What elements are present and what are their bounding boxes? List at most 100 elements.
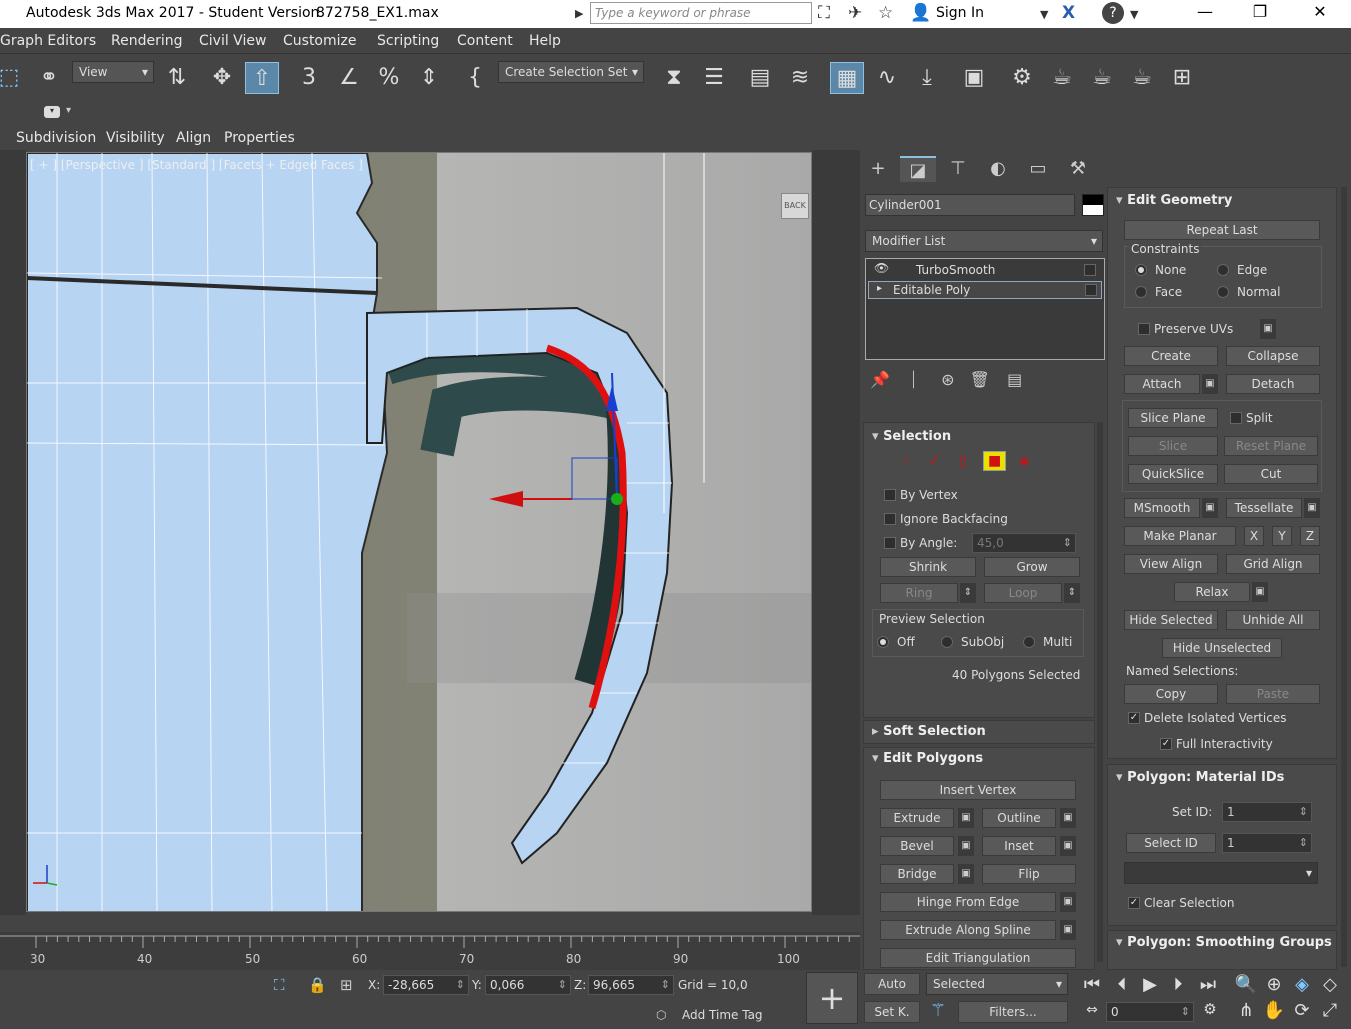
add-time-tag[interactable]: Add Time Tag: [682, 1008, 763, 1022]
time-config-icon[interactable]: ⚙: [1198, 1000, 1222, 1018]
named-selection-dropdown[interactable]: Create Selection Set: [498, 61, 644, 83]
mirror-icon[interactable]: ⧗: [657, 62, 691, 94]
layer-explorer-icon[interactable]: ≋: [783, 62, 817, 94]
select-id-spinner[interactable]: 1: [1222, 833, 1312, 853]
shrink-button[interactable]: Shrink: [880, 557, 976, 577]
pivot-icon[interactable]: ⇅: [160, 62, 194, 94]
quickslice-button[interactable]: QuickSlice: [1128, 464, 1218, 484]
maximize-viewport-icon[interactable]: ⤢: [1318, 1000, 1342, 1021]
ring-button[interactable]: Ring: [880, 583, 958, 603]
goto-end-icon[interactable]: ⏭: [1196, 974, 1220, 995]
motion-tab-icon[interactable]: ◐: [980, 156, 1016, 182]
menu-graph-editors[interactable]: Graph Editors: [0, 33, 96, 49]
select-region-icon[interactable]: ⬚: [0, 62, 26, 94]
constraint-normal-radio[interactable]: [1217, 286, 1229, 298]
tab-visibility[interactable]: Visibility: [106, 130, 165, 146]
border-mode-icon[interactable]: ▯: [959, 453, 967, 469]
perspective-viewport[interactable]: BACK: [26, 152, 812, 912]
play-icon[interactable]: ▶: [1138, 974, 1162, 995]
minimize-button[interactable]: —: [1185, 2, 1225, 21]
z-coordinate-field[interactable]: 96,665: [588, 975, 674, 995]
edit-triangulation-button[interactable]: Edit Triangulation: [880, 948, 1076, 968]
stack-toggle-turbosmooth[interactable]: [1084, 264, 1096, 276]
isolate-selection-icon[interactable]: ⛶: [274, 976, 285, 994]
render-cloud-icon[interactable]: ☕: [1125, 62, 1159, 94]
by-vertex-checkbox[interactable]: [884, 489, 896, 501]
scene-explorer-icon[interactable]: ▤: [743, 62, 777, 94]
zoom-all-icon[interactable]: ⊕: [1262, 974, 1286, 995]
goto-start-icon[interactable]: ⏮: [1080, 974, 1104, 995]
zoom-icon[interactable]: 🔍: [1234, 974, 1258, 995]
chevron-down-icon[interactable]: ▼: [1040, 8, 1048, 21]
repeat-last-button[interactable]: Repeat Last: [1124, 220, 1320, 240]
delete-isolated-checkbox[interactable]: ✓: [1128, 712, 1140, 724]
extrude-settings-button[interactable]: ▣: [958, 808, 974, 828]
next-frame-icon[interactable]: ⏵: [1166, 974, 1190, 995]
zoom-extents-icon[interactable]: ◈: [1290, 974, 1314, 995]
edge-mode-icon[interactable]: ✓: [929, 453, 941, 469]
reference-coord-dropdown[interactable]: View: [72, 61, 154, 83]
menu-scripting[interactable]: Scripting: [377, 33, 439, 49]
extrude-button[interactable]: Extrude: [880, 808, 954, 828]
hierarchy-tab-icon[interactable]: ⊤: [940, 156, 976, 182]
msmooth-settings-button[interactable]: ▣: [1202, 498, 1218, 518]
menu-rendering[interactable]: Rendering: [111, 33, 183, 49]
lock-icon[interactable]: 🔒: [308, 976, 327, 994]
extrude-spline-settings-button[interactable]: ▣: [1060, 920, 1076, 940]
make-planar-button[interactable]: Make Planar: [1124, 526, 1236, 546]
insert-vertex-button[interactable]: Insert Vertex: [880, 780, 1076, 800]
tessellate-button[interactable]: Tessellate: [1226, 498, 1302, 518]
by-angle-checkbox[interactable]: [884, 537, 896, 549]
bevel-settings-button[interactable]: ▣: [958, 836, 974, 856]
stack-toggle-editable-poly[interactable]: [1085, 284, 1097, 296]
preserve-uvs-checkbox[interactable]: [1138, 323, 1150, 335]
left-column-scrollbar[interactable]: [1097, 422, 1103, 962]
msmooth-button[interactable]: MSmooth: [1124, 498, 1200, 518]
y-coordinate-field[interactable]: 0,066: [485, 975, 571, 995]
menu-customize[interactable]: Customize: [283, 33, 357, 49]
cut-button[interactable]: Cut: [1224, 464, 1318, 484]
render-grid-icon[interactable]: ⊞: [1165, 62, 1199, 94]
smoothing-groups-header[interactable]: Polygon: Smoothing Groups: [1116, 935, 1332, 950]
search-input[interactable]: [591, 3, 811, 23]
planar-x-button[interactable]: X: [1244, 526, 1264, 546]
x-coordinate-field[interactable]: -28,665: [383, 975, 469, 995]
ribbon-dropdown-icon[interactable]: ▾: [66, 105, 71, 116]
align-icon[interactable]: ☰: [697, 62, 731, 94]
stack-item-editable-poly[interactable]: ▸ Editable Poly: [868, 281, 1102, 299]
key-mode-toggle-icon[interactable]: ⇔: [1080, 1002, 1104, 1018]
edit-geometry-header[interactable]: Edit Geometry: [1116, 193, 1232, 208]
field-of-view-icon[interactable]: ⋔: [1234, 1000, 1258, 1021]
display-tab-icon[interactable]: ▭: [1020, 156, 1056, 182]
preview-multi-radio[interactable]: [1023, 636, 1035, 648]
material-name-dropdown[interactable]: [1124, 862, 1318, 884]
menu-content[interactable]: Content: [457, 33, 513, 49]
vertex-mode-icon[interactable]: ⁖: [902, 453, 910, 469]
element-mode-icon[interactable]: ◈: [1019, 453, 1030, 469]
prev-frame-icon[interactable]: ⏴: [1110, 974, 1134, 995]
search-box[interactable]: [590, 2, 812, 24]
auto-key-button[interactable]: Auto: [864, 973, 920, 995]
create-button[interactable]: Create: [1124, 346, 1218, 366]
hinge-settings-button[interactable]: ▣: [1060, 892, 1076, 912]
bridge-settings-button[interactable]: ▣: [958, 864, 974, 884]
percent-snap-icon[interactable]: %: [372, 62, 406, 94]
expand-icon[interactable]: ▸: [877, 283, 882, 294]
copy-button[interactable]: Copy: [1124, 684, 1218, 704]
pan-icon[interactable]: ✋: [1262, 1000, 1286, 1021]
tessellate-settings-button[interactable]: ▣: [1304, 498, 1320, 518]
snap-3d-icon[interactable]: 3: [292, 62, 326, 94]
render-setup-icon[interactable]: ⚙: [1005, 62, 1039, 94]
satellite-icon[interactable]: ✈: [848, 3, 862, 23]
pin-stack-icon[interactable]: 📌: [870, 370, 890, 389]
planar-y-button[interactable]: Y: [1272, 526, 1292, 546]
rendered-frame-icon[interactable]: ☕: [1045, 62, 1079, 94]
preserve-uvs-settings-button[interactable]: ▣: [1260, 319, 1276, 339]
tab-properties[interactable]: Properties: [224, 130, 295, 146]
configure-sets-icon[interactable]: ▤: [1007, 370, 1022, 389]
bevel-button[interactable]: Bevel: [880, 836, 954, 856]
split-checkbox[interactable]: [1230, 412, 1242, 424]
selection-header[interactable]: Selection: [872, 429, 951, 444]
render-production-icon[interactable]: ☕: [1085, 62, 1119, 94]
current-frame-field[interactable]: 0: [1106, 1002, 1194, 1022]
